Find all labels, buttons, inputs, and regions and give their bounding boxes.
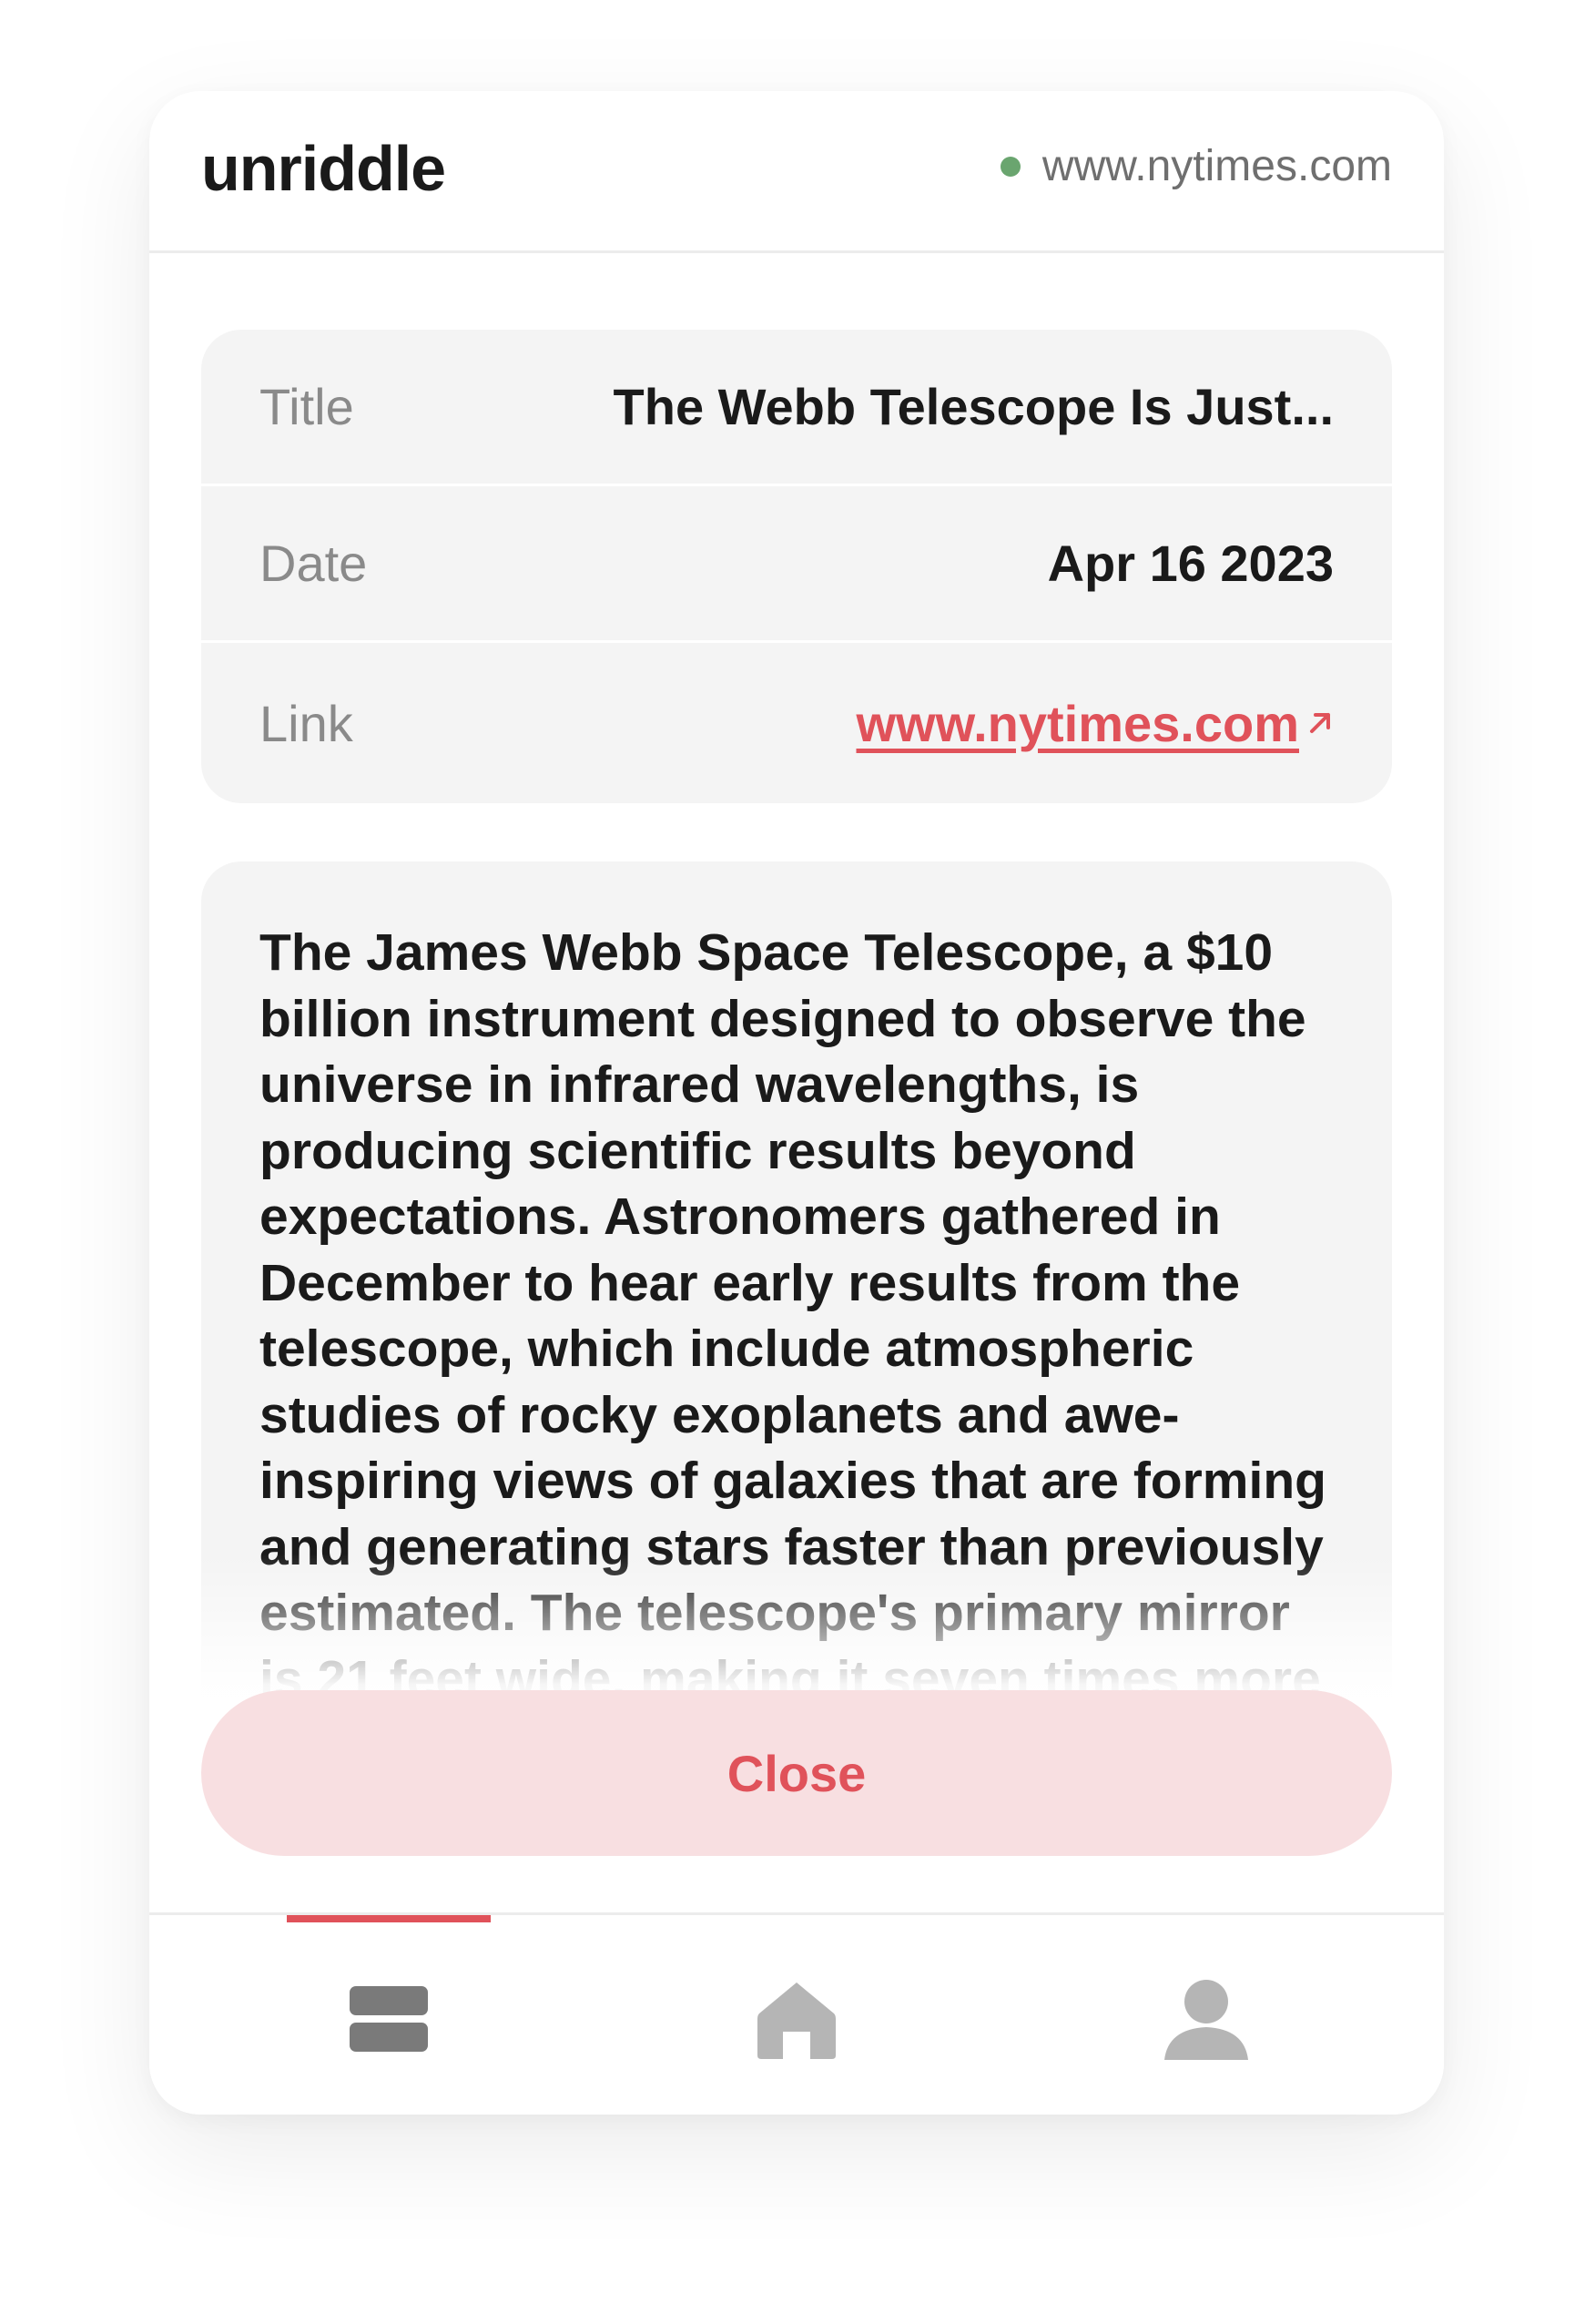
active-tab-indicator	[287, 1915, 491, 1922]
article-link[interactable]: www.nytimes.com	[857, 694, 1335, 753]
home-icon	[757, 1983, 836, 2059]
app-logo: unriddle	[201, 133, 446, 204]
status-dot-icon	[1000, 157, 1021, 178]
header: unriddle www.nytimes.com	[149, 91, 1444, 253]
close-button[interactable]: Close	[201, 1690, 1392, 1856]
external-link-arrow-icon	[1310, 713, 1330, 733]
nav-item-list[interactable]	[334, 1970, 443, 2070]
nav-item-profile[interactable]	[1152, 1970, 1261, 2070]
bottom-nav	[149, 1912, 1444, 2115]
article-link-text[interactable]: www.nytimes.com	[857, 694, 1300, 753]
meta-row-link: Link www.nytimes.com	[201, 643, 1392, 803]
article-title: The Webb Telescope Is Just...	[613, 378, 1334, 435]
meta-label: Date	[259, 535, 368, 592]
list-icon	[350, 1986, 428, 2052]
article-meta-table: Title The Webb Telescope Is Just... Date…	[201, 330, 1392, 803]
current-site-label: www.nytimes.com	[1041, 142, 1392, 190]
meta-row-title: Title The Webb Telescope Is Just...	[201, 330, 1392, 486]
profile-icon	[1164, 1980, 1248, 2060]
meta-row-date: Date Apr 16 2023	[201, 486, 1392, 643]
current-site: www.nytimes.com	[1000, 138, 1392, 195]
app-window: unriddle www.nytimes.com Title The Webb …	[149, 91, 1444, 2115]
article-summary[interactable]: The James Webb Space Telescope, a $10 bi…	[201, 861, 1392, 1718]
nav-item-home[interactable]	[742, 1970, 851, 2070]
article-date: Apr 16 2023	[1047, 535, 1334, 592]
meta-label: Link	[259, 694, 353, 752]
meta-label: Title	[259, 378, 354, 435]
